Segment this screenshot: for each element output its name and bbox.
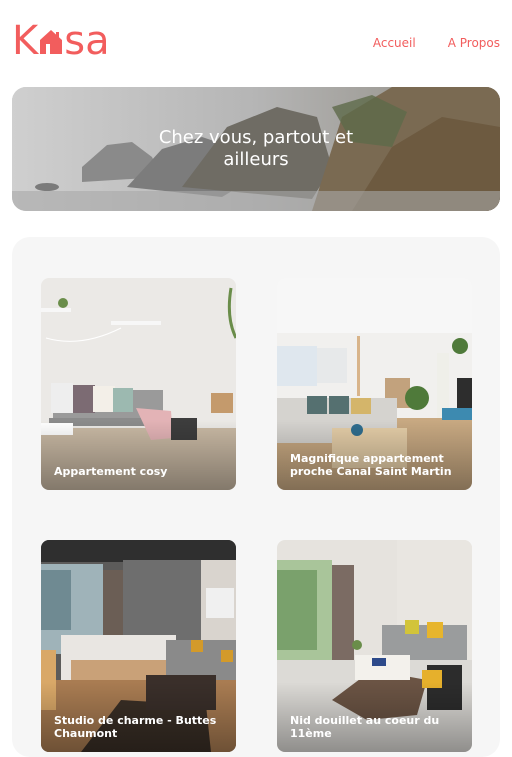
listing-card[interactable]: Nid douillet au coeur du 11ème: [277, 540, 472, 752]
nav-a-propos[interactable]: A Propos: [448, 36, 500, 50]
logo[interactable]: K sa: [12, 20, 110, 62]
main-nav: Accueil A Propos: [373, 36, 500, 50]
listing-card[interactable]: Studio de charme - Buttes Chaumont: [41, 540, 236, 752]
listing-title: Studio de charme - Buttes Chaumont: [54, 714, 217, 740]
listing-card[interactable]: Magnifique appartement proche Canal Sain…: [277, 278, 472, 490]
card-shade: [41, 420, 236, 490]
hero-banner: Chez vous, partout et ailleurs: [12, 87, 500, 211]
logo-text-k: K: [12, 18, 39, 64]
house-icon: [40, 30, 63, 54]
listing-title: Magnifique appartement proche Canal Sain…: [290, 452, 452, 478]
banner-title-line2: ailleurs: [223, 149, 289, 170]
listing-card[interactable]: Appartement cosy: [41, 278, 236, 490]
listings-gallery: Appartement cosy Magnifique appartement …: [12, 237, 500, 757]
banner-title: Chez vous, partout et ailleurs: [12, 127, 500, 171]
nav-accueil[interactable]: Accueil: [373, 36, 416, 50]
listing-title: Appartement cosy: [54, 465, 168, 478]
logo-text-sa: sa: [64, 18, 110, 64]
listing-title: Nid douillet au coeur du 11ème: [290, 714, 440, 740]
banner-title-line1: Chez vous, partout et: [158, 127, 354, 148]
